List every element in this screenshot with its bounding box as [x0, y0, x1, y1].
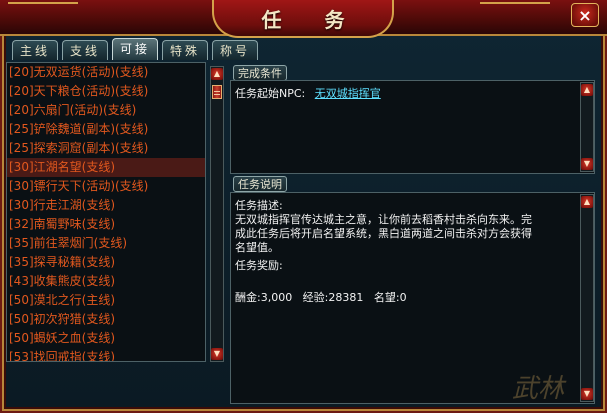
- description-line-2: 成此任务后将开启名望系统，黑白道两道之间击杀对方会获得: [235, 227, 532, 240]
- tab-4[interactable]: 称号: [212, 40, 258, 60]
- game-logo-watermark: 武林: [512, 374, 565, 404]
- reward-values: 酬金:3,000 经验:28381 名望:0: [235, 291, 407, 304]
- quest-list-item[interactable]: [32]南蜀野味(支线): [7, 215, 205, 234]
- quest-list-item[interactable]: [35]前往翠烟门(支线): [7, 234, 205, 253]
- quest-list-item[interactable]: [43]收集熊皮(支线): [7, 272, 205, 291]
- quest-list-item[interactable]: [20]无双运货(活动)(支线): [7, 63, 205, 82]
- tab-1[interactable]: 支线: [62, 40, 108, 60]
- title-plate: 任 务: [212, 0, 394, 38]
- window-title: 任 务: [261, 7, 363, 32]
- scroll-down-icon[interactable]: ▼: [581, 158, 593, 170]
- npc-name-link[interactable]: 无双城指挥官: [315, 87, 381, 100]
- tab-bar: 主线 支线 可接 特殊 称号: [12, 38, 262, 62]
- close-icon: ×: [578, 5, 592, 25]
- quest-list-item[interactable]: [25]铲除魏道(副本)(支线): [7, 120, 205, 139]
- completion-panel: 任务起始NPC: 无双城指挥官: [230, 80, 595, 174]
- quest-list-item[interactable]: [30]镖行天下(活动)(支线): [7, 177, 205, 196]
- completion-scrollbar[interactable]: ▲ ▼: [580, 82, 594, 172]
- scroll-up-icon[interactable]: ▲: [211, 68, 223, 80]
- scroll-down-icon[interactable]: ▼: [211, 348, 223, 360]
- close-button[interactable]: ×: [571, 3, 599, 27]
- tab-3[interactable]: 特殊: [162, 40, 208, 60]
- description-scrollbar[interactable]: ▲ ▼: [580, 194, 594, 402]
- npc-prefix: 任务起始NPC:: [235, 87, 306, 100]
- scroll-down-icon[interactable]: ▼: [581, 388, 593, 400]
- quest-list-item[interactable]: [53]找回戒指(支线): [7, 348, 205, 361]
- quest-list-item[interactable]: [25]探索洞窟(副本)(支线): [7, 139, 205, 158]
- quest-list-item[interactable]: [20]天下粮仓(活动)(支线): [7, 82, 205, 101]
- right-ornament: [480, 2, 550, 34]
- title-bar: 任 务 ×: [0, 0, 607, 38]
- quest-list-scrollbar[interactable]: ▲ ▼: [210, 66, 224, 362]
- quest-list-item[interactable]: [50]初次狩猎(支线): [7, 310, 205, 329]
- tab-0[interactable]: 主线: [12, 40, 58, 60]
- quest-list-item[interactable]: [50]蝎妖之血(支线): [7, 329, 205, 348]
- left-ornament: [8, 2, 78, 34]
- description-line-3: 名望值。: [235, 241, 279, 254]
- quest-list-item[interactable]: [30]江湖名望(支线): [7, 158, 205, 177]
- quest-list: [20]无双运货(活动)(支线) [20]天下粮仓(活动)(支线) [20]六扇门(…: [6, 62, 206, 362]
- reward-heading: 任务奖励:: [235, 259, 283, 272]
- description-label: 任务说明: [233, 176, 287, 192]
- quest-list-item[interactable]: [30]行走江湖(支线): [7, 196, 205, 215]
- scroll-up-icon[interactable]: ▲: [581, 196, 593, 208]
- quest-list-item[interactable]: [35]探寻秘籍(支线): [7, 253, 205, 272]
- scroll-thumb[interactable]: [212, 85, 222, 99]
- npc-line: 任务起始NPC: 无双城指挥官: [235, 85, 381, 101]
- quest-list-item[interactable]: [50]漠北之行(主线): [7, 291, 205, 310]
- completion-label: 完成条件: [233, 65, 287, 81]
- tab-2[interactable]: 可接: [112, 38, 158, 60]
- scroll-up-icon[interactable]: ▲: [581, 84, 593, 96]
- quest-list-item[interactable]: [20]六扇门(活动)(支线): [7, 101, 205, 120]
